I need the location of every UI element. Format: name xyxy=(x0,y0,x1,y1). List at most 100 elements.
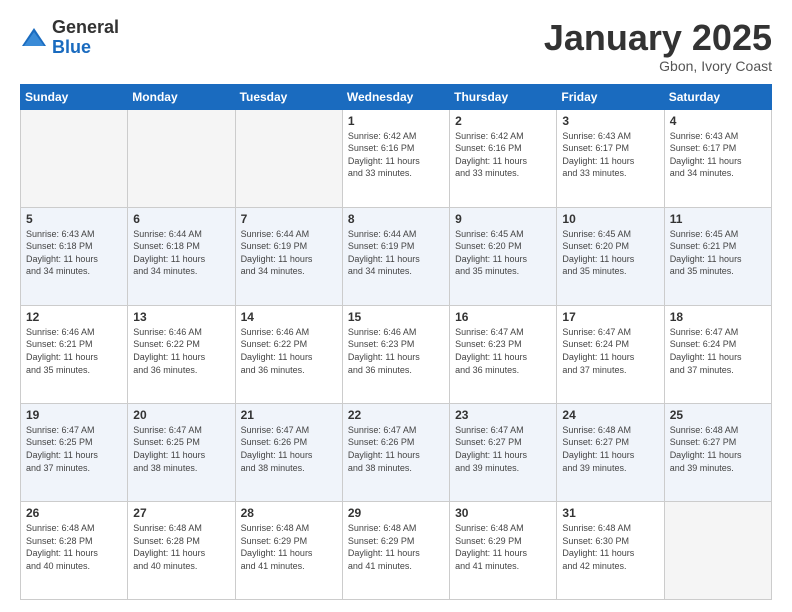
day-number: 23 xyxy=(455,408,551,422)
table-row: 26 Sunrise: 6:48 AM Sunset: 6:28 PM Dayli… xyxy=(21,501,128,599)
logo-text: General Blue xyxy=(52,18,119,58)
logo-icon xyxy=(20,24,48,52)
calendar-week-row: 12 Sunrise: 6:46 AM Sunset: 6:21 PM Dayli… xyxy=(21,305,772,403)
table-row: 28Sunrise: 6:48 AM Sunset: 6:29 PM Dayli… xyxy=(235,501,342,599)
day-info: Sunrise: 6:47 AM Sunset: 6:26 PM Dayligh… xyxy=(348,424,444,474)
day-number: 14 xyxy=(241,310,337,324)
day-info: Sunrise: 6:44 AM Sunset: 6:18 PM Dayligh… xyxy=(133,228,229,278)
table-row: 21Sunrise: 6:47 AM Sunset: 6:26 PM Dayli… xyxy=(235,403,342,501)
table-row: 18 Sunrise: 6:47 AM Sunset: 6:24 PM Dayli… xyxy=(664,305,771,403)
day-info: Sunrise: 6:46 AM Sunset: 6:23 PM Dayligh… xyxy=(348,326,444,376)
table-row: 7 Sunrise: 6:44 AM Sunset: 6:19 PM Daylig… xyxy=(235,207,342,305)
logo-general: General xyxy=(52,18,119,38)
col-saturday: Saturday xyxy=(664,84,771,109)
table-row: 25Sunrise: 6:48 AM Sunset: 6:27 PM Dayli… xyxy=(664,403,771,501)
day-info: Sunrise: 6:48 AM Sunset: 6:30 PM Dayligh… xyxy=(562,522,658,572)
day-number: 22 xyxy=(348,408,444,422)
day-info: Sunrise: 6:48 AM Sunset: 6:29 PM Dayligh… xyxy=(241,522,337,572)
day-info: Sunrise: 6:46 AM Sunset: 6:22 PM Dayligh… xyxy=(133,326,229,376)
col-wednesday: Wednesday xyxy=(342,84,449,109)
col-monday: Monday xyxy=(128,84,235,109)
day-info: Sunrise: 6:47 AM Sunset: 6:24 PM Dayligh… xyxy=(670,326,766,376)
table-row: 31 Sunrise: 6:48 AM Sunset: 6:30 PM Dayli… xyxy=(557,501,664,599)
table-row xyxy=(128,109,235,207)
day-number: 26 xyxy=(26,506,122,520)
table-row: 8 Sunrise: 6:44 AM Sunset: 6:19 PM Daylig… xyxy=(342,207,449,305)
day-info: Sunrise: 6:47 AM Sunset: 6:25 PM Dayligh… xyxy=(26,424,122,474)
table-row: 20Sunrise: 6:47 AM Sunset: 6:25 PM Dayli… xyxy=(128,403,235,501)
day-info: Sunrise: 6:48 AM Sunset: 6:29 PM Dayligh… xyxy=(348,522,444,572)
day-number: 1 xyxy=(348,114,444,128)
day-number: 12 xyxy=(26,310,122,324)
day-number: 3 xyxy=(562,114,658,128)
table-row: 5 Sunrise: 6:43 AM Sunset: 6:18 PM Daylig… xyxy=(21,207,128,305)
table-row: 27 Sunrise: 6:48 AM Sunset: 6:28 PM Dayli… xyxy=(128,501,235,599)
day-info: Sunrise: 6:45 AM Sunset: 6:20 PM Dayligh… xyxy=(455,228,551,278)
title-block: January 2025 Gbon, Ivory Coast xyxy=(544,18,772,74)
day-info: Sunrise: 6:43 AM Sunset: 6:17 PM Dayligh… xyxy=(562,130,658,180)
table-row: 6 Sunrise: 6:44 AM Sunset: 6:18 PM Daylig… xyxy=(128,207,235,305)
table-row: 2 Sunrise: 6:42 AM Sunset: 6:16 PM Daylig… xyxy=(450,109,557,207)
col-tuesday: Tuesday xyxy=(235,84,342,109)
day-number: 10 xyxy=(562,212,658,226)
day-number: 29 xyxy=(348,506,444,520)
table-row: 10 Sunrise: 6:45 AM Sunset: 6:20 PM Dayli… xyxy=(557,207,664,305)
day-number: 6 xyxy=(133,212,229,226)
day-info: Sunrise: 6:45 AM Sunset: 6:21 PM Dayligh… xyxy=(670,228,766,278)
day-number: 17 xyxy=(562,310,658,324)
col-thursday: Thursday xyxy=(450,84,557,109)
day-number: 18 xyxy=(670,310,766,324)
table-row: 13 Sunrise: 6:46 AM Sunset: 6:22 PM Dayli… xyxy=(128,305,235,403)
day-info: Sunrise: 6:48 AM Sunset: 6:27 PM Dayligh… xyxy=(670,424,766,474)
table-row: 29 Sunrise: 6:48 AM Sunset: 6:29 PM Dayli… xyxy=(342,501,449,599)
day-number: 13 xyxy=(133,310,229,324)
day-number: 5 xyxy=(26,212,122,226)
day-number: 31 xyxy=(562,506,658,520)
day-number: 16 xyxy=(455,310,551,324)
day-number: 2 xyxy=(455,114,551,128)
day-number: 21 xyxy=(241,408,337,422)
calendar-week-row: 5 Sunrise: 6:43 AM Sunset: 6:18 PM Daylig… xyxy=(21,207,772,305)
table-row xyxy=(21,109,128,207)
day-number: 4 xyxy=(670,114,766,128)
day-info: Sunrise: 6:43 AM Sunset: 6:18 PM Dayligh… xyxy=(26,228,122,278)
day-number: 20 xyxy=(133,408,229,422)
table-row: 15 Sunrise: 6:46 AM Sunset: 6:23 PM Dayli… xyxy=(342,305,449,403)
table-row: 9Sunrise: 6:45 AM Sunset: 6:20 PM Daylig… xyxy=(450,207,557,305)
table-row: 17 Sunrise: 6:47 AM Sunset: 6:24 PM Dayli… xyxy=(557,305,664,403)
day-info: Sunrise: 6:48 AM Sunset: 6:27 PM Dayligh… xyxy=(562,424,658,474)
table-row: 14 Sunrise: 6:46 AM Sunset: 6:22 PM Dayli… xyxy=(235,305,342,403)
calendar-header-row: Sunday Monday Tuesday Wednesday Thursday… xyxy=(21,84,772,109)
day-info: Sunrise: 6:44 AM Sunset: 6:19 PM Dayligh… xyxy=(241,228,337,278)
day-info: Sunrise: 6:44 AM Sunset: 6:19 PM Dayligh… xyxy=(348,228,444,278)
location-subtitle: Gbon, Ivory Coast xyxy=(544,58,772,74)
table-row: 3 Sunrise: 6:43 AM Sunset: 6:17 PM Daylig… xyxy=(557,109,664,207)
day-info: Sunrise: 6:45 AM Sunset: 6:20 PM Dayligh… xyxy=(562,228,658,278)
day-number: 8 xyxy=(348,212,444,226)
day-info: Sunrise: 6:43 AM Sunset: 6:17 PM Dayligh… xyxy=(670,130,766,180)
day-number: 19 xyxy=(26,408,122,422)
day-info: Sunrise: 6:46 AM Sunset: 6:22 PM Dayligh… xyxy=(241,326,337,376)
day-info: Sunrise: 6:47 AM Sunset: 6:23 PM Dayligh… xyxy=(455,326,551,376)
day-number: 24 xyxy=(562,408,658,422)
day-number: 7 xyxy=(241,212,337,226)
table-row: 30Sunrise: 6:48 AM Sunset: 6:29 PM Dayli… xyxy=(450,501,557,599)
table-row xyxy=(664,501,771,599)
col-friday: Friday xyxy=(557,84,664,109)
calendar-week-row: 19 Sunrise: 6:47 AM Sunset: 6:25 PM Dayli… xyxy=(21,403,772,501)
day-info: Sunrise: 6:48 AM Sunset: 6:28 PM Dayligh… xyxy=(133,522,229,572)
logo-blue: Blue xyxy=(52,38,119,58)
day-info: Sunrise: 6:42 AM Sunset: 6:16 PM Dayligh… xyxy=(455,130,551,180)
month-title: January 2025 xyxy=(544,18,772,58)
calendar-week-row: 1 Sunrise: 6:42 AM Sunset: 6:16 PM Daylig… xyxy=(21,109,772,207)
table-row: 16 Sunrise: 6:47 AM Sunset: 6:23 PM Dayli… xyxy=(450,305,557,403)
table-row xyxy=(235,109,342,207)
day-info: Sunrise: 6:48 AM Sunset: 6:28 PM Dayligh… xyxy=(26,522,122,572)
col-sunday: Sunday xyxy=(21,84,128,109)
day-number: 27 xyxy=(133,506,229,520)
table-row: 19 Sunrise: 6:47 AM Sunset: 6:25 PM Dayli… xyxy=(21,403,128,501)
day-info: Sunrise: 6:46 AM Sunset: 6:21 PM Dayligh… xyxy=(26,326,122,376)
day-number: 15 xyxy=(348,310,444,324)
day-info: Sunrise: 6:47 AM Sunset: 6:24 PM Dayligh… xyxy=(562,326,658,376)
day-number: 11 xyxy=(670,212,766,226)
